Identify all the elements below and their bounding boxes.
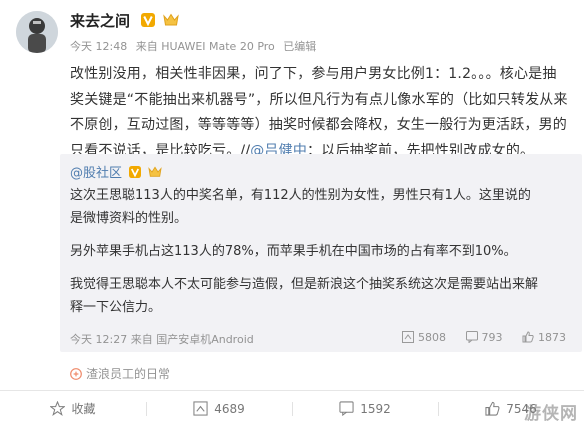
author-line: 来去之间: [70, 11, 180, 32]
repost-author[interactable]: @股社区: [70, 166, 122, 181]
topic-icon: [70, 368, 82, 380]
repost-author-line: @股社区: [70, 162, 162, 182]
post-text: 改性别没用，相关性非因果，问了下，参与用户男女比例1：1.2。。。核心是抽奖关键…: [70, 62, 570, 164]
repost-paragraph: 另外苹果手机占这113人的78%，而苹果手机在中国市场的占有率不到10%。: [70, 244, 517, 259]
repost-card[interactable]: @股社区 这次王思聪113人的中奖名单，有112人的性别为女性，男性只有1人。这…: [60, 154, 582, 352]
repost-paragraph: 这次王思聪113人的中奖名单，有112人的性别为女性，男性只有1人。这里说的是微…: [70, 188, 531, 226]
repost-repost-count[interactable]: 5808: [402, 331, 446, 344]
star-icon: [49, 400, 67, 416]
repost-like-count[interactable]: 1873: [522, 331, 566, 344]
comment-icon: [465, 331, 478, 344]
edited-label[interactable]: 已编辑: [283, 40, 316, 53]
repost-time[interactable]: 今天 12:27: [70, 333, 127, 346]
watermark: 游侠网: [524, 404, 578, 424]
repost-icon: [402, 331, 414, 343]
repost-meta: 今天 12:27 来自 国产安卓机Android 5808 793 1873: [70, 331, 572, 347]
repost-button[interactable]: 4689: [146, 391, 292, 427]
comment-icon: [339, 401, 354, 417]
topic-tag[interactable]: 渣浪员工的日常: [70, 365, 170, 382]
action-bar: 收藏 4689 1592 7546: [0, 391, 584, 427]
comment-button[interactable]: 1592: [292, 391, 438, 427]
repost-text: 这次王思聪113人的中奖名单，有112人的性别为女性，男性只有1人。这里说的是微…: [70, 184, 540, 329]
repost-comment-count[interactable]: 793: [465, 331, 503, 344]
thumbs-up-icon: [522, 331, 534, 343]
member-crown-icon: [148, 165, 162, 182]
repost-source: 来自 国产安卓机Android: [130, 333, 254, 346]
author-name[interactable]: 来去之间: [70, 12, 130, 30]
repost-stats: 5808 793 1873: [386, 331, 566, 344]
favorite-button[interactable]: 收藏: [0, 391, 146, 427]
post-time[interactable]: 今天 12:48: [70, 40, 127, 53]
avatar[interactable]: [16, 11, 58, 53]
member-crown-icon[interactable]: [163, 12, 180, 32]
avatar-image: [16, 11, 58, 53]
post-meta: 今天 12:48 来自 HUAWEI Mate 20 Pro 已编辑: [70, 38, 321, 54]
repost-icon: [193, 401, 208, 416]
post-source: 来自 HUAWEI Mate 20 Pro: [135, 40, 275, 53]
weibo-post: 来去之间 今天 12:48 来自 HUAWEI Mate 20 Pro 已编辑 …: [0, 0, 584, 427]
repost-paragraph: 我觉得王思聪本人不太可能参与造假，但是新浪这个抽奖系统这次是需要站出来解释一下公…: [70, 277, 539, 315]
verified-v-icon: [129, 165, 142, 182]
thumbs-up-icon: [485, 401, 500, 416]
verified-v-icon: [141, 12, 156, 32]
